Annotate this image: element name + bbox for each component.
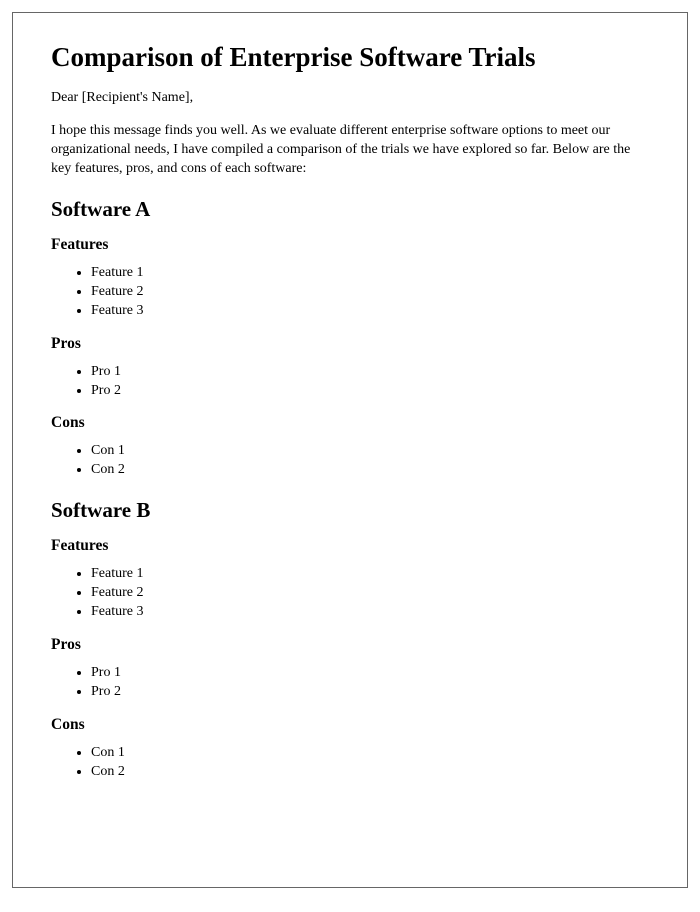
page-title: Comparison of Enterprise Software Trials <box>51 41 649 73</box>
document-page: Comparison of Enterprise Software Trials… <box>12 12 688 888</box>
software-heading: Software A <box>51 197 649 222</box>
features-subheading: Features <box>51 537 649 555</box>
cons-list: Con 1 Con 2 <box>51 442 649 480</box>
list-item: Con 1 <box>91 442 649 461</box>
greeting-line: Dear [Recipient's Name], <box>51 89 649 108</box>
list-item: Con 1 <box>91 744 649 763</box>
software-heading: Software B <box>51 498 649 523</box>
list-item: Feature 1 <box>91 264 649 283</box>
software-section-a: Software A Features Feature 1 Feature 2 … <box>51 197 649 480</box>
features-subheading: Features <box>51 236 649 254</box>
features-list: Feature 1 Feature 2 Feature 3 <box>51 264 649 321</box>
software-section-b: Software B Features Feature 1 Feature 2 … <box>51 498 649 781</box>
pros-list: Pro 1 Pro 2 <box>51 664 649 702</box>
list-item: Feature 2 <box>91 283 649 302</box>
list-item: Feature 3 <box>91 603 649 622</box>
list-item: Feature 1 <box>91 565 649 584</box>
cons-subheading: Cons <box>51 414 649 432</box>
intro-paragraph: I hope this message finds you well. As w… <box>51 122 649 179</box>
list-item: Con 2 <box>91 763 649 782</box>
cons-list: Con 1 Con 2 <box>51 744 649 782</box>
list-item: Feature 2 <box>91 584 649 603</box>
cons-subheading: Cons <box>51 716 649 734</box>
list-item: Pro 2 <box>91 683 649 702</box>
list-item: Pro 2 <box>91 382 649 401</box>
list-item: Feature 3 <box>91 302 649 321</box>
list-item: Pro 1 <box>91 363 649 382</box>
features-list: Feature 1 Feature 2 Feature 3 <box>51 565 649 622</box>
pros-subheading: Pros <box>51 335 649 353</box>
pros-subheading: Pros <box>51 636 649 654</box>
list-item: Pro 1 <box>91 664 649 683</box>
list-item: Con 2 <box>91 461 649 480</box>
pros-list: Pro 1 Pro 2 <box>51 363 649 401</box>
